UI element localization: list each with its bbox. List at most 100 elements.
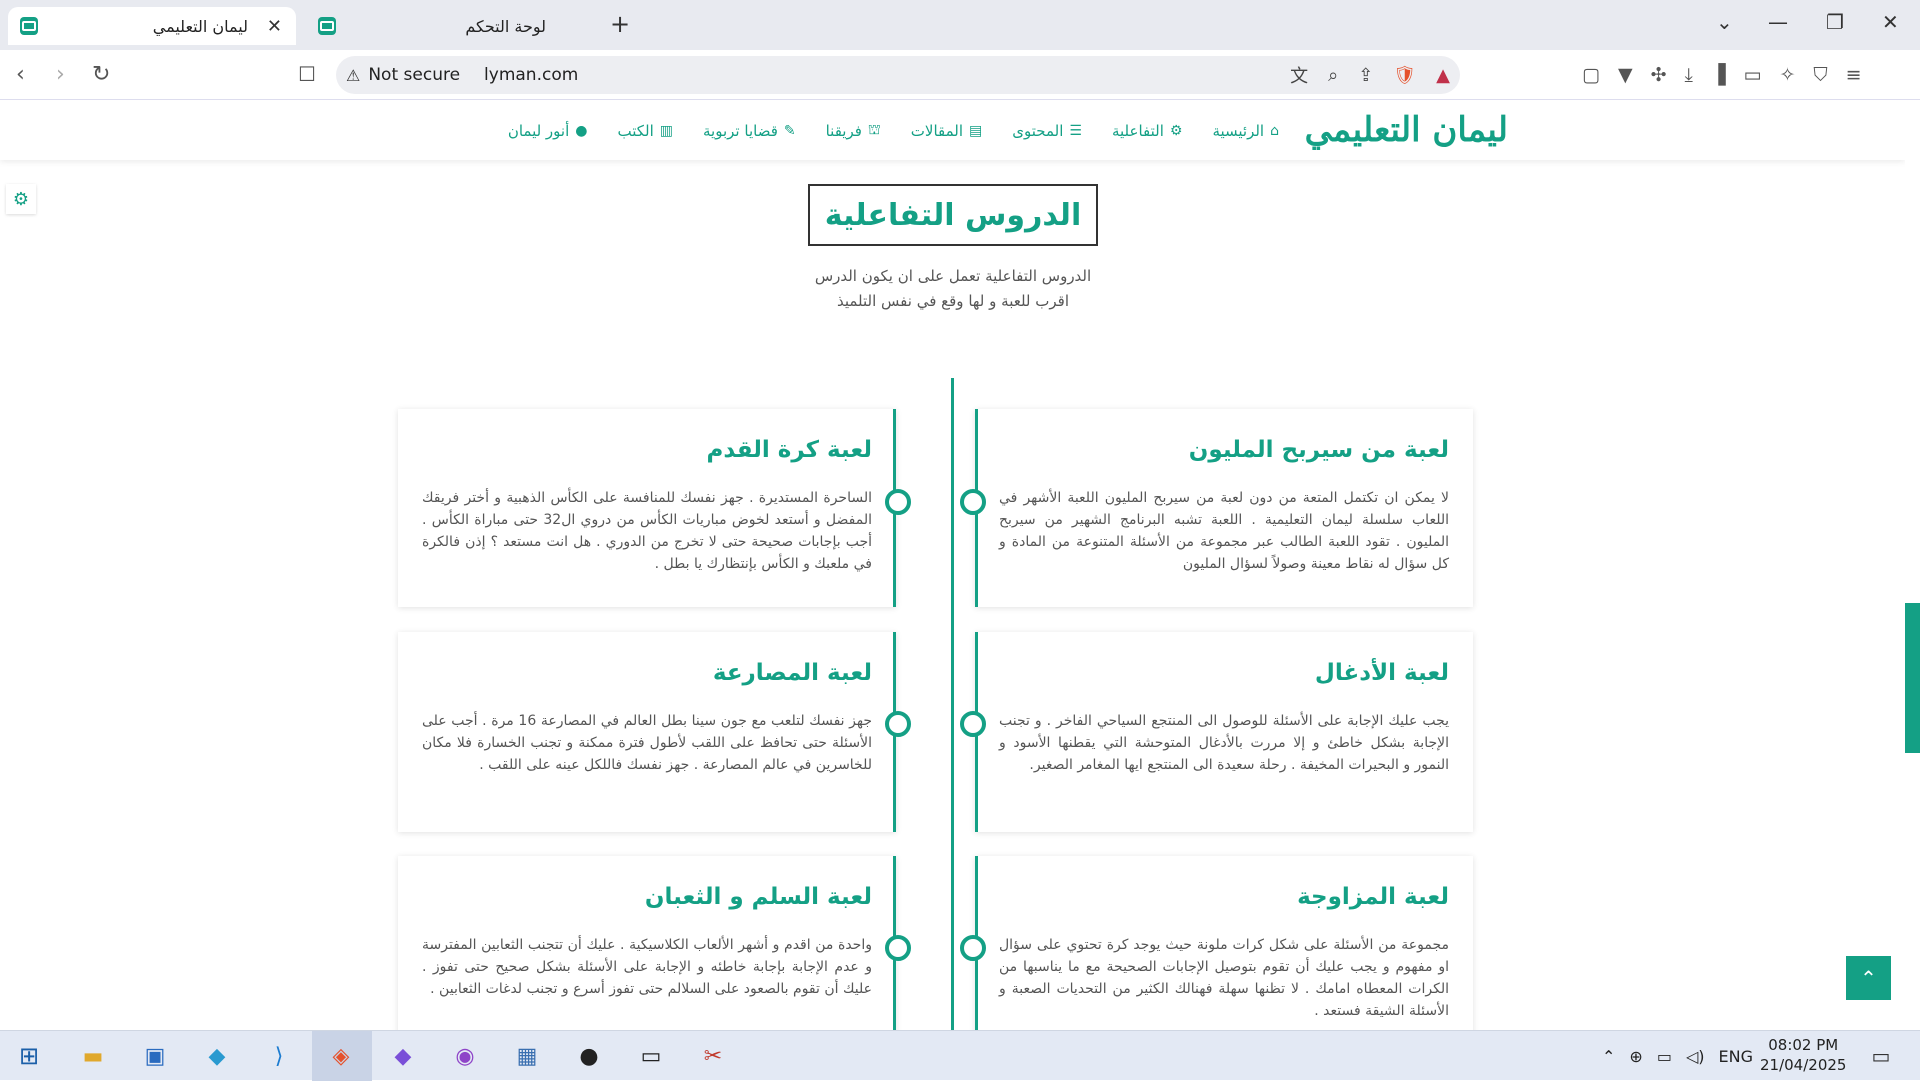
card-text: مجموعة من الأسئلة على شكل كرات ملونة حيث… (999, 937, 1449, 1019)
cog-icon: ⚙ (1169, 123, 1183, 139)
tab-search-icon[interactable]: ⌄ (1716, 10, 1733, 34)
vpn-icon[interactable]: ▼ (1618, 64, 1633, 86)
card-text: واحدة من اقدم و أشهر الألعاب الكلاسيكية … (422, 937, 872, 997)
calculator-icon[interactable]: ▦ (512, 1041, 542, 1071)
card-text: الساحرة المستديرة . جهز نفسك للمنافسة عل… (422, 490, 872, 572)
terminal-icon[interactable]: ▭ (636, 1041, 666, 1071)
menu-item-issues[interactable]: ✎ قضايا تربوية (703, 122, 796, 140)
globe-icon[interactable]: ⊕ (1629, 1047, 1642, 1066)
main-menu: ⌂ الرئيسية ⚙ التفاعلية ☰ المحتوى ▤ المقالات … (508, 122, 1279, 140)
app-icon[interactable]: ◆ (202, 1041, 232, 1071)
timeline-dot (960, 711, 986, 737)
tab-lyman[interactable]: ليمان التعليمي ✕ (8, 7, 296, 45)
game-card[interactable]: لعبة الأدغال يجب عليك الإجابة على الأسئل… (960, 632, 1473, 832)
timeline-dot (885, 935, 911, 961)
brave-icon[interactable]: ◈ (326, 1041, 356, 1071)
menu-item-content[interactable]: ☰ المحتوى (1012, 122, 1082, 140)
game-card[interactable]: لعبة كرة القدم الساحرة المستديرة . جهز ن… (398, 409, 911, 607)
tab-title: ليمان التعليمي (152, 16, 248, 36)
windows-start-icon[interactable]: ⊞ (14, 1041, 44, 1071)
security-label[interactable]: Not secure (368, 65, 460, 85)
chevron-up-icon[interactable]: ⌃ (1602, 1047, 1615, 1066)
brave-shields-icon[interactable]: 🛡 (1393, 65, 1416, 86)
puzzle-icon[interactable]: ✣ (1651, 64, 1667, 86)
menu-item-team[interactable]: ⛫ فريقنا (826, 122, 881, 140)
site-favicon-icon (318, 17, 336, 35)
download-icon[interactable]: ⤓ (1685, 64, 1693, 86)
pen-icon: ✎ (783, 123, 796, 139)
vscode-icon[interactable]: ⟩ (264, 1041, 294, 1071)
warning-icon: ⚠ (346, 65, 361, 85)
file-explorer-icon[interactable]: ▬ (78, 1041, 108, 1071)
card-title: لعبة الأدغال (1314, 660, 1449, 686)
language-indicator[interactable]: ENG (1718, 1047, 1752, 1066)
game-card[interactable]: لعبة المزاوجة مجموعة من الأسئلة على شكل … (960, 856, 1473, 1030)
github-icon[interactable]: ● (574, 1041, 604, 1071)
home-icon: ⌂ (1270, 123, 1279, 139)
menu-item-interactive[interactable]: ⚙ التفاعلية (1112, 122, 1182, 140)
site-navbar: ليمان التعليمي ⌂ الرئيسية ⚙ التفاعلية ☰ الم… (0, 100, 1905, 160)
site-logo[interactable]: ليمان التعليمي (1305, 110, 1508, 150)
brave-rewards-icon[interactable]: ▲ (1436, 65, 1450, 86)
volume-icon[interactable]: ◁) (1686, 1047, 1705, 1066)
game-card[interactable]: لعبة من سيربح المليون لا يمكن ان تكتمل ا… (960, 409, 1473, 607)
new-tab-button[interactable]: + (610, 10, 630, 38)
settings-gear-icon[interactable]: ⚙ (6, 184, 36, 214)
scroll-to-top-button[interactable]: ⌃ (1846, 956, 1891, 1000)
team-icon: ⛫ (867, 122, 881, 138)
obsidian-icon[interactable]: ◆ (388, 1041, 418, 1071)
timeline-dot (885, 711, 911, 737)
shield-icon[interactable]: ⛉ (1813, 64, 1827, 86)
section-subtitle: الدروس التفاعلية تعمل على ان يكون الدرس … (814, 267, 1092, 310)
card-text: يجب عليك الإجابة على الأسئلة للوصول الى … (999, 713, 1449, 773)
timeline-line (951, 378, 954, 1030)
scrollbar-thumb[interactable] (1905, 603, 1920, 753)
reload-icon[interactable]: ↻ (92, 62, 110, 87)
notifications-icon[interactable]: ▭ (1866, 1041, 1896, 1071)
timeline-dot (960, 935, 986, 961)
card-title: لعبة كرة القدم (706, 437, 872, 463)
omnibox[interactable]: ⚠ Not secure lyman.com 文 ⌕ ⇪ 🛡 ▲ (336, 56, 1460, 94)
leo-icon[interactable]: ✧ (1779, 64, 1795, 86)
translate-icon[interactable]: 文 (1290, 62, 1308, 88)
app-icon[interactable]: ◉ (450, 1041, 480, 1071)
snipping-tool-icon[interactable]: ✂ (698, 1041, 728, 1071)
extension-icon[interactable]: ▢ (1582, 64, 1600, 86)
close-window-button[interactable]: ✕ (1882, 10, 1899, 34)
timeline-dot (960, 489, 986, 515)
url-text[interactable]: lyman.com (484, 65, 578, 85)
page-scrollbar[interactable] (1905, 100, 1920, 1030)
menu-item-author[interactable]: ● أنور ليمان (508, 122, 588, 140)
wallet-icon[interactable]: ▭ (1744, 64, 1762, 86)
maximize-button[interactable]: ❐ (1826, 10, 1844, 34)
close-tab-icon[interactable]: ✕ (267, 16, 282, 37)
list-icon: ☰ (1069, 123, 1082, 139)
timeline-dot (885, 489, 911, 515)
menu-icon[interactable]: ≡ (1846, 64, 1862, 86)
zoom-icon[interactable]: ⌕ (1328, 65, 1338, 86)
clock[interactable]: 08:02 PM 21/04/2025 (1760, 1035, 1846, 1075)
tab-dashboard[interactable]: لوحة التحكم (306, 7, 596, 45)
menu-item-home[interactable]: ⌂ الرئيسية (1212, 122, 1279, 140)
card-title: لعبة السلم و الثعبان (644, 884, 872, 910)
minimize-button[interactable]: — (1768, 10, 1788, 34)
address-toolbar: ‹ › ↻ ☐ ⚠ Not secure lyman.com 文 ⌕ ⇪ 🛡 ▲… (0, 50, 1920, 100)
taskbar: ⊞ ▬ ▣ ◆ ⟩ ◈ ◆ ◉ ▦ ● ▭ ✂ ⌃ ⊕ ▭ ◁) ENG 08:… (0, 1030, 1920, 1081)
share-icon[interactable]: ⇪ (1358, 65, 1373, 86)
sidebar-icon[interactable]: ▐ (1711, 64, 1726, 86)
card-text: لا يمكن ان تكتمل المتعة من دون لعبة من س… (999, 490, 1449, 572)
book-icon: ▥ (659, 123, 674, 139)
menu-item-articles[interactable]: ▤ المقالات (911, 122, 982, 140)
battery-icon[interactable]: ▭ (1657, 1047, 1672, 1066)
game-card[interactable]: لعبة المصارعة جهز نفسك لتلعب مع جون سينا… (398, 632, 911, 832)
menu-item-books[interactable]: ▥ الكتب (618, 122, 674, 140)
newspaper-icon: ▤ (969, 123, 983, 139)
back-icon[interactable]: ‹ (16, 62, 25, 87)
user-icon: ● (575, 123, 588, 139)
computer-icon[interactable]: ▣ (140, 1041, 170, 1071)
section-title: الدروس التفاعلية (808, 184, 1098, 246)
game-card[interactable]: لعبة السلم و الثعبان واحدة من اقدم و أشه… (398, 856, 911, 1030)
bookmark-icon[interactable]: ☐ (298, 62, 316, 86)
forward-icon[interactable]: › (56, 62, 65, 87)
tab-title: لوحة التحكم (465, 16, 546, 36)
